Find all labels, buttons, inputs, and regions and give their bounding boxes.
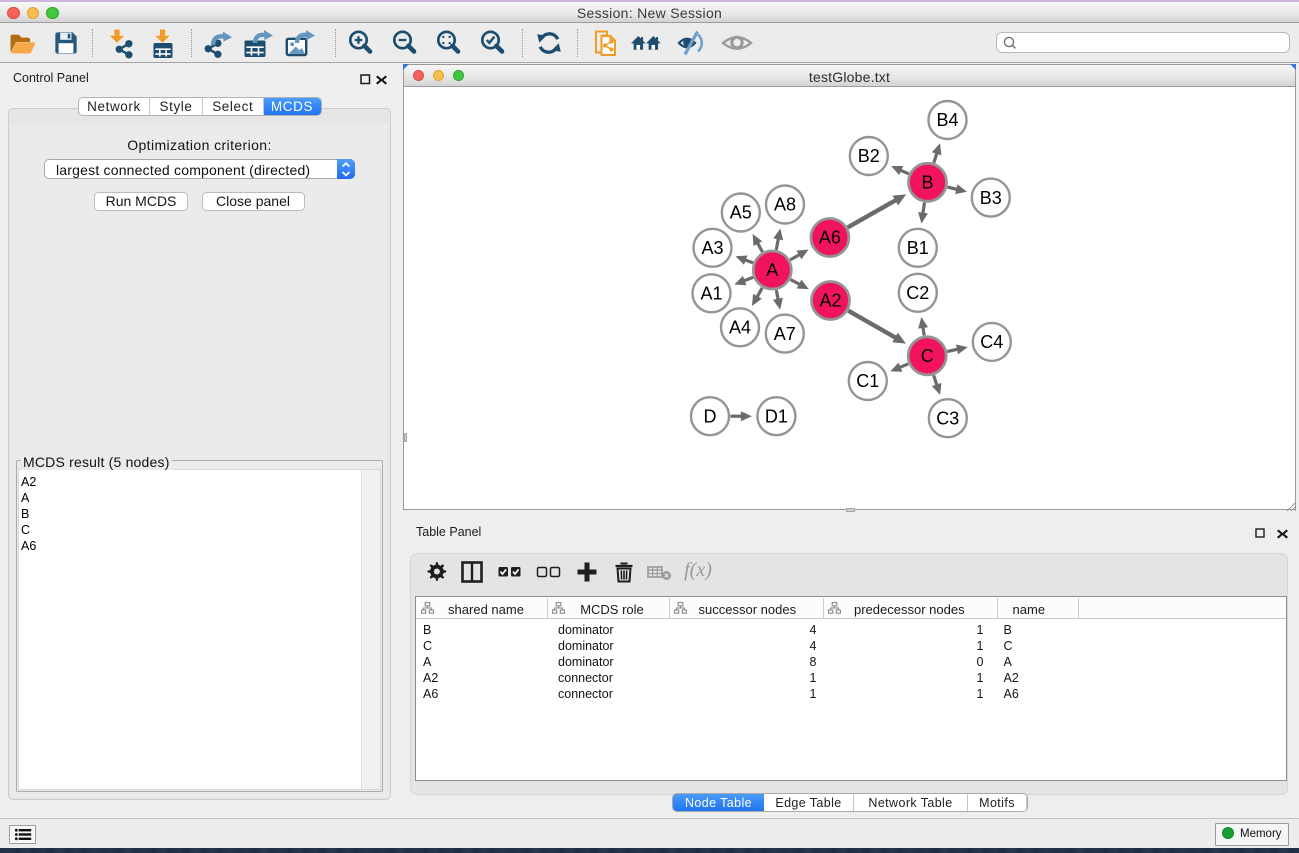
svg-text:A5: A5 [730, 203, 752, 223]
svg-text:A2: A2 [819, 291, 841, 311]
svg-text:B1: B1 [907, 238, 929, 258]
svg-text:D1: D1 [765, 406, 788, 426]
svg-text:B4: B4 [936, 110, 958, 130]
svg-text:A: A [766, 260, 778, 280]
svg-text:C2: C2 [906, 283, 929, 303]
svg-text:A7: A7 [774, 324, 796, 344]
svg-text:A3: A3 [701, 238, 723, 258]
svg-text:A8: A8 [774, 195, 796, 215]
svg-text:C3: C3 [936, 408, 959, 428]
svg-text:C1: C1 [856, 371, 879, 391]
svg-text:C: C [921, 346, 934, 366]
svg-text:A6: A6 [819, 228, 841, 248]
svg-text:A1: A1 [700, 284, 722, 304]
svg-text:B2: B2 [858, 146, 880, 166]
svg-text:C4: C4 [980, 332, 1003, 352]
svg-text:D: D [704, 406, 717, 426]
svg-text:B: B [921, 173, 933, 193]
svg-text:A4: A4 [729, 318, 751, 338]
svg-text:B3: B3 [980, 188, 1002, 208]
